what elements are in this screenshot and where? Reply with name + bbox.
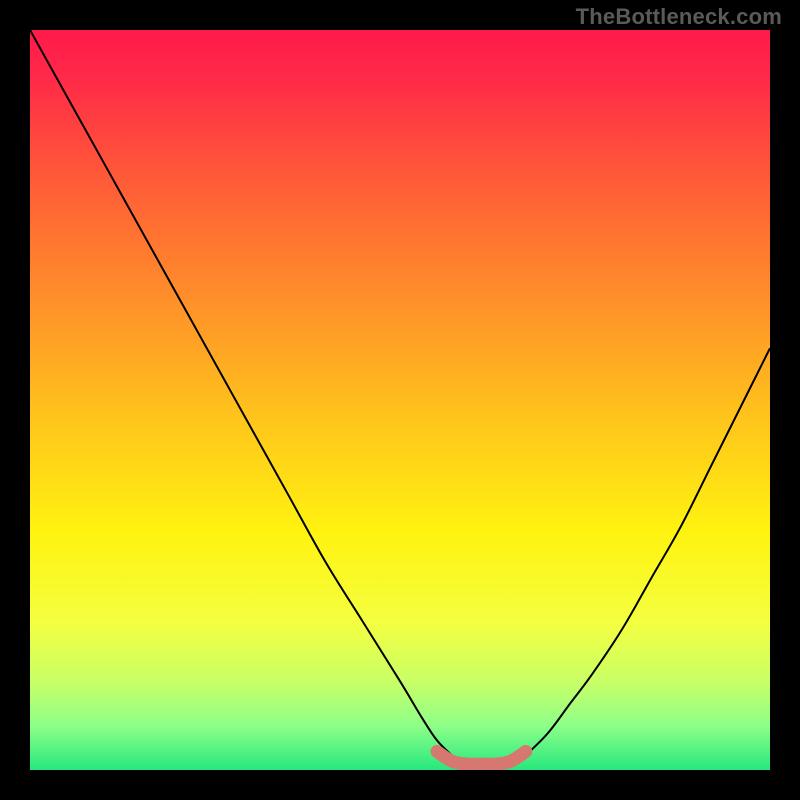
chart-background [30,30,770,770]
watermark-text: TheBottleneck.com [576,4,782,30]
chart-frame: TheBottleneck.com [0,0,800,800]
plot-area [30,30,770,770]
chart-svg [30,30,770,770]
